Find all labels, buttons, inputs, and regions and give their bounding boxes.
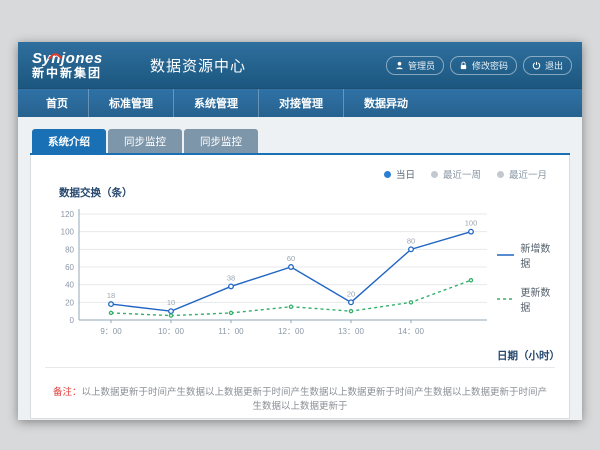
- nav-item-2[interactable]: 系统管理: [173, 89, 258, 117]
- period-filter-group: 当日 最近一周 最近一月: [45, 163, 555, 183]
- period-filter-1[interactable]: 最近一周: [431, 167, 481, 181]
- power-icon: [532, 61, 541, 70]
- period-filter-2[interactable]: 最近一月: [497, 167, 547, 181]
- svg-text:9：00: 9：00: [100, 327, 122, 336]
- nav-item-4[interactable]: 数据异动: [343, 89, 428, 117]
- app-window: Synjones 新中新集团 数据资源中心 管理员 修改密码 退出: [18, 42, 582, 420]
- svg-text:100: 100: [465, 219, 478, 228]
- change-password-label: 修改密码: [472, 59, 508, 72]
- note-area: 备注：以上数据更新于时间产生数据以上数据更新于时间产生数据以上数据更新于时间产生…: [45, 367, 555, 412]
- app-title: 数据资源中心: [150, 55, 246, 76]
- svg-text:11：00: 11：00: [218, 327, 244, 336]
- chart-area: 0 20 40 60 80 100 120 9：00 10：00 11：00 12：00 13：00 1…: [45, 202, 497, 363]
- user-icon: [395, 61, 404, 70]
- logo: Synjones 新中新集团: [28, 51, 136, 79]
- svg-text:10：00: 10：00: [158, 327, 184, 336]
- svg-text:60: 60: [65, 263, 74, 272]
- svg-text:20: 20: [347, 289, 355, 298]
- svg-text:120: 120: [61, 210, 75, 219]
- svg-text:40: 40: [65, 281, 74, 290]
- period-label: 最近一周: [443, 167, 481, 181]
- chart-panel: 当日 最近一周 最近一月 数据交换（条） 0 20 40 60 80 100 120 9：00 10…: [30, 155, 570, 419]
- svg-text:20: 20: [65, 298, 74, 307]
- top-header: Synjones 新中新集团 数据资源中心 管理员 修改密码 退出: [18, 42, 582, 88]
- logout-button[interactable]: 退出: [523, 56, 572, 75]
- series-legend: 新增数据更新数据: [497, 240, 555, 328]
- svg-text:80: 80: [407, 236, 415, 245]
- chart-side: 新增数据更新数据 日期（小时）: [497, 202, 555, 363]
- header-actions: 管理员 修改密码 退出: [386, 56, 572, 75]
- y-axis-title: 数据交换（条）: [59, 185, 555, 200]
- series-line-swatch: [497, 295, 514, 303]
- change-password-button[interactable]: 修改密码: [450, 56, 517, 75]
- period-label: 最近一月: [509, 167, 547, 181]
- series-legend-label: 新增数据: [520, 240, 555, 270]
- svg-text:14：00: 14：00: [398, 327, 424, 336]
- lock-icon: [459, 61, 468, 70]
- svg-text:100: 100: [61, 228, 75, 237]
- logo-subtext: 新中新集团: [32, 67, 136, 80]
- svg-text:10: 10: [167, 298, 175, 307]
- logout-label: 退出: [545, 59, 563, 72]
- tab-2[interactable]: 同步监控: [184, 129, 258, 153]
- series-legend-item-1[interactable]: 更新数据: [497, 284, 555, 314]
- nav-item-0[interactable]: 首页: [26, 89, 88, 117]
- svg-text:12：00: 12：00: [278, 327, 304, 336]
- chart-row: 0 20 40 60 80 100 120 9：00 10：00 11：00 12：00 13：00 1…: [45, 202, 555, 363]
- period-dot: [431, 171, 438, 178]
- note-text: 以上数据更新于时间产生数据以上数据更新于时间产生数据以上数据更新于时间产生数据以…: [82, 387, 548, 412]
- user-button[interactable]: 管理员: [386, 56, 444, 75]
- content-area: 系统介绍同步监控同步监控 当日最近一周最近一月 数据交换（条） 02040608…: [18, 117, 582, 420]
- user-button-label: 管理员: [408, 59, 435, 72]
- logo-accent-swoosh: [48, 48, 62, 65]
- period-filter-0[interactable]: 当日: [384, 167, 415, 181]
- svg-text:0: 0: [70, 316, 75, 325]
- line-chart-svg: 0 20 40 60 80 100 120 9：00 10：00 11：00 12：00 13：00 1…: [45, 202, 497, 342]
- svg-text:13：00: 13：00: [338, 327, 364, 336]
- period-dot: [384, 171, 391, 178]
- note-label: 备注：: [53, 387, 82, 398]
- tab-1[interactable]: 同步监控: [108, 129, 182, 153]
- series-line-swatch: [497, 251, 514, 259]
- series-legend-item-0[interactable]: 新增数据: [497, 240, 555, 270]
- x-axis-title: 日期（小时）: [497, 348, 555, 363]
- period-dot: [497, 171, 504, 178]
- tab-bar: 系统介绍同步监控同步监控: [30, 129, 570, 155]
- svg-text:60: 60: [287, 254, 295, 263]
- svg-text:80: 80: [65, 245, 74, 254]
- nav-item-1[interactable]: 标准管理: [88, 89, 173, 117]
- series-legend-label: 更新数据: [520, 284, 555, 314]
- main-nav: 首页标准管理系统管理对接管理数据异动: [18, 88, 582, 117]
- svg-text:38: 38: [227, 273, 235, 282]
- tab-0[interactable]: 系统介绍: [32, 129, 106, 153]
- period-label: 当日: [396, 167, 415, 181]
- nav-item-3[interactable]: 对接管理: [258, 89, 343, 117]
- svg-text:18: 18: [107, 291, 115, 300]
